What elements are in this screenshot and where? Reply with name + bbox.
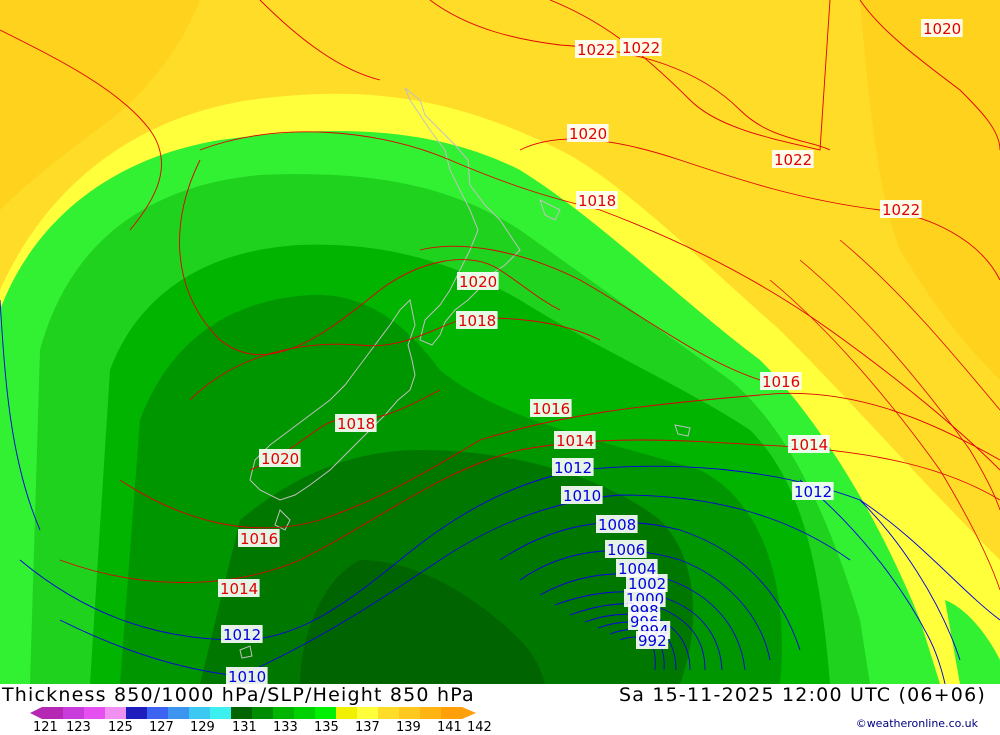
pressure-label: 1022	[880, 200, 922, 219]
scale-swatch	[252, 707, 274, 719]
scale-swatch	[63, 707, 85, 719]
pressure-value: 1022	[774, 151, 812, 169]
pressure-label: 992	[636, 631, 669, 650]
pressure-label: 1010	[226, 667, 268, 684]
scale-swatch	[42, 707, 64, 719]
weather-map: 1022 1022 1020 1020 1022 1022 1018 1020 1018 1016…	[0, 0, 1000, 684]
pressure-value: 1012	[554, 459, 592, 477]
scale-swatch	[105, 707, 127, 719]
scale-swatch	[231, 707, 253, 719]
pressure-label: 1006	[605, 540, 647, 559]
scale-swatch	[315, 707, 337, 719]
pressure-label: 1020	[259, 449, 301, 468]
scale-swatch	[189, 707, 211, 719]
pressure-label: 1020	[921, 19, 963, 38]
scale-swatch	[441, 707, 463, 719]
scale-arrow-right	[462, 707, 476, 719]
scale-swatch	[294, 707, 316, 719]
pressure-value: 1016	[762, 373, 800, 391]
pressure-label: 1012	[792, 482, 834, 501]
pressure-value: 1018	[578, 192, 616, 210]
scale-swatch	[126, 707, 148, 719]
pressure-label: 1014	[218, 579, 260, 598]
pressure-label: 1012	[552, 458, 594, 477]
pressure-label: 1020	[457, 272, 499, 291]
pressure-value: 1012	[223, 626, 261, 644]
pressure-value: 992	[638, 632, 667, 650]
scale-arrow-left	[30, 707, 42, 719]
scale-swatch	[336, 707, 358, 719]
pressure-label: 1018	[456, 311, 498, 330]
pressure-label: 1016	[760, 372, 802, 391]
thickness-field: 1022 1022 1020 1020 1022 1022 1018 1020 1018 1016…	[0, 0, 1000, 684]
pressure-label: 1018	[576, 191, 618, 210]
pressure-value: 1016	[532, 400, 570, 418]
pressure-label: 1022	[575, 40, 617, 59]
pressure-value: 1020	[923, 20, 961, 38]
footer: Thickness 850/1000 hPa/SLP/Height 850 hP…	[0, 684, 1000, 735]
pressure-value: 1022	[882, 201, 920, 219]
valid-time: Sa 15-11-2025 12:00 UTC (06+06)	[618, 684, 986, 706]
pressure-label: 1020	[567, 124, 609, 143]
pressure-label: 1022	[772, 150, 814, 169]
pressure-value: 1010	[563, 487, 601, 505]
pressure-label: 1014	[554, 431, 596, 450]
pressure-value: 1014	[220, 580, 258, 598]
scale-swatch	[357, 707, 379, 719]
pressure-label: 1008	[596, 515, 638, 534]
pressure-value: 1006	[607, 541, 645, 559]
pressure-label: 1014	[788, 435, 830, 454]
scale-swatch	[378, 707, 400, 719]
pressure-label: 1018	[335, 414, 377, 433]
pressure-value: 1018	[337, 415, 375, 433]
pressure-value: 1008	[598, 516, 636, 534]
map-title: Thickness 850/1000 hPa/SLP/Height 850 hP…	[2, 684, 475, 706]
scale-swatch	[84, 707, 106, 719]
scale-swatch	[147, 707, 169, 719]
scale-swatch	[399, 707, 421, 719]
pressure-value: 1010	[228, 668, 266, 684]
pressure-value: 1012	[794, 483, 832, 501]
pressure-value: 1022	[577, 41, 615, 59]
scale-swatch	[273, 707, 295, 719]
scale-swatch	[168, 707, 190, 719]
credit-text: ©weatheronline.co.uk	[855, 717, 978, 730]
pressure-value: 1020	[569, 125, 607, 143]
pressure-label: 1010	[561, 486, 603, 505]
pressure-label: 1016	[238, 529, 280, 548]
pressure-value: 1020	[261, 450, 299, 468]
pressure-label: 1012	[221, 625, 263, 644]
scale-swatch	[420, 707, 442, 719]
pressure-value: 1018	[458, 312, 496, 330]
pressure-value: 1014	[556, 432, 594, 450]
pressure-value: 1014	[790, 436, 828, 454]
color-scale-labels: 121 123 125 127 129 131 133 135 137 139 141 142	[0, 720, 520, 735]
pressure-value: 1022	[622, 39, 660, 57]
pressure-label: 1016	[530, 399, 572, 418]
pressure-value: 1016	[240, 530, 278, 548]
pressure-value: 1020	[459, 273, 497, 291]
scale-swatch	[210, 707, 232, 719]
color-scale	[30, 707, 476, 719]
pressure-label: 1022	[620, 38, 662, 57]
